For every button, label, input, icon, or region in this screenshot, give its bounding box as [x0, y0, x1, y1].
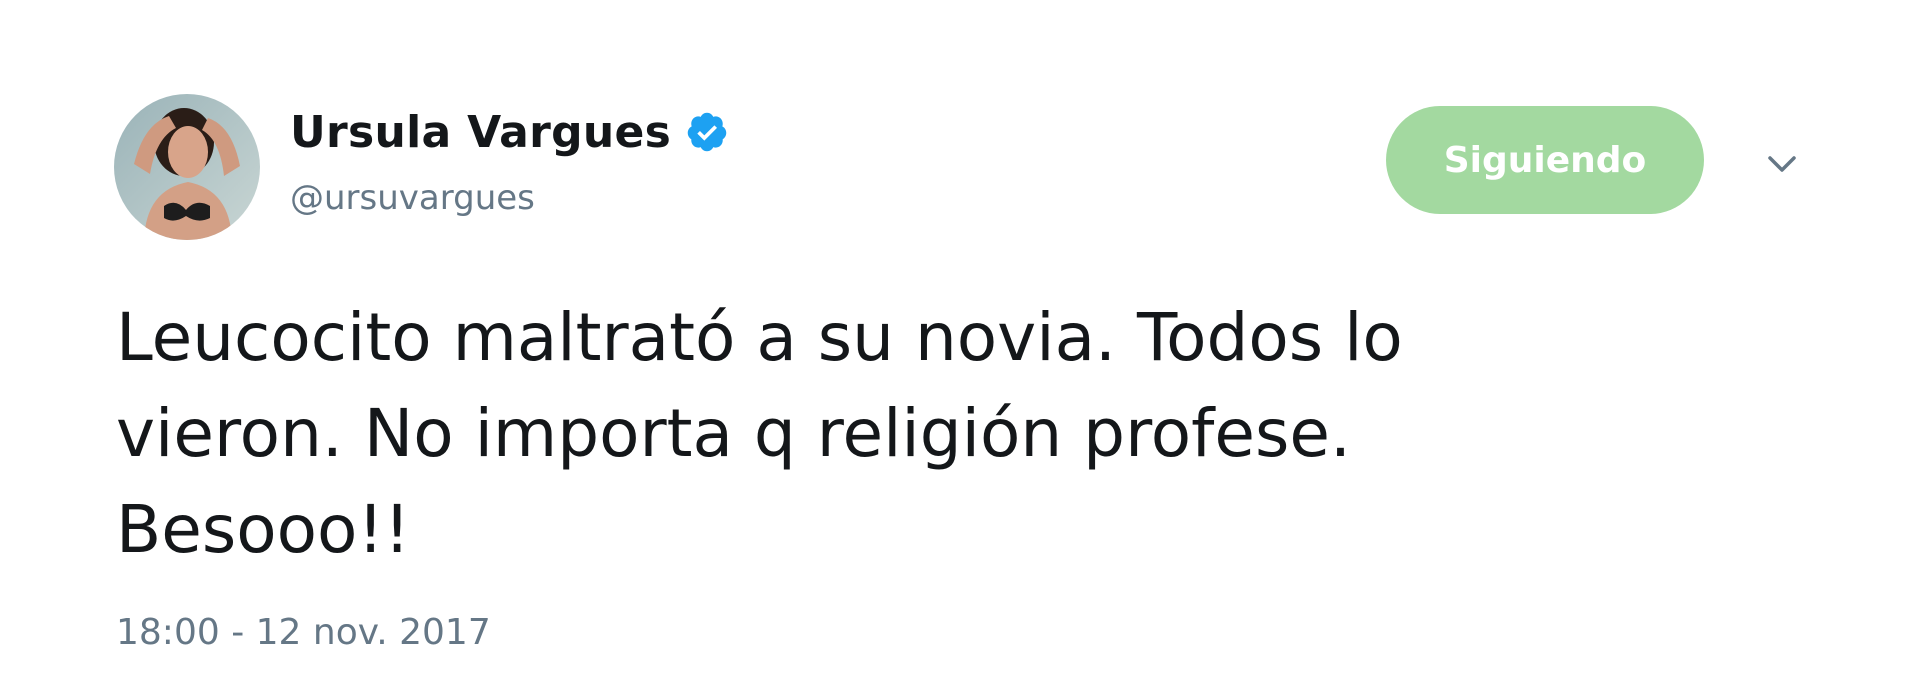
tweet-text: Leucocito maltrató a su novia. Todos lo …: [116, 290, 1716, 578]
avatar-photo-icon: [114, 94, 260, 240]
tweet-text-line: Leucocito maltrató a su novia. Todos lo: [116, 299, 1403, 376]
tweet-text-line: vieron. No importa q religión profese.: [116, 395, 1351, 472]
verified-badge-icon: [685, 110, 729, 154]
user-handle[interactable]: @ursuvargues: [290, 178, 535, 218]
display-name-row: Ursula Vargues: [290, 100, 729, 164]
tweet-timestamp[interactable]: 18:00 - 12 nov. 2017: [116, 612, 491, 653]
display-name[interactable]: Ursula Vargues: [290, 107, 671, 158]
tweet-text-line: Besooo!!: [116, 491, 411, 568]
more-options-button[interactable]: [1762, 144, 1802, 184]
tweet-card: Ursula Vargues @ursuvargues Siguiendo Le…: [0, 0, 1920, 700]
avatar[interactable]: [114, 94, 260, 240]
chevron-down-icon: [1768, 156, 1796, 172]
following-button[interactable]: Siguiendo: [1386, 106, 1704, 214]
